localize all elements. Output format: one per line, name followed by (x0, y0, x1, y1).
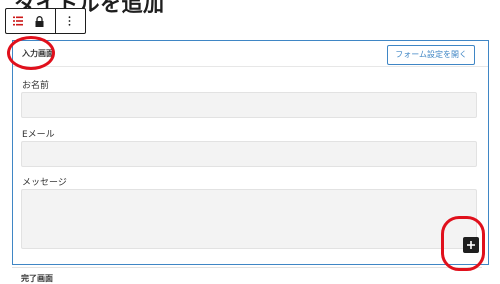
section-header: 入力画面 フォーム設定を開く (13, 41, 488, 67)
more-options-icon (68, 16, 70, 26)
message-field-label: メッセージ (22, 178, 67, 188)
complete-section-label: 完了画面 (21, 274, 53, 283)
form-settings-button[interactable]: フォーム設定を開く (387, 45, 475, 65)
toolbar-divider (55, 9, 56, 33)
message-field[interactable] (21, 189, 477, 249)
block-toolbar (5, 8, 86, 34)
lock-button[interactable] (27, 9, 51, 33)
more-options-button[interactable] (60, 9, 78, 33)
email-field-label: Eメール (22, 130, 55, 140)
section-divider (12, 267, 482, 268)
lock-icon (35, 15, 43, 27)
section-label: 入力画面 (22, 49, 54, 58)
email-field[interactable] (21, 141, 477, 167)
list-view-button[interactable] (9, 9, 27, 33)
form-block[interactable]: 入力画面 フォーム設定を開く お名前 Eメール メッセージ (12, 40, 489, 265)
name-field-label: お名前 (22, 81, 50, 91)
list-view-icon (13, 16, 23, 26)
plus-icon (467, 241, 475, 249)
add-block-button[interactable] (463, 237, 479, 253)
name-field[interactable] (21, 92, 477, 118)
